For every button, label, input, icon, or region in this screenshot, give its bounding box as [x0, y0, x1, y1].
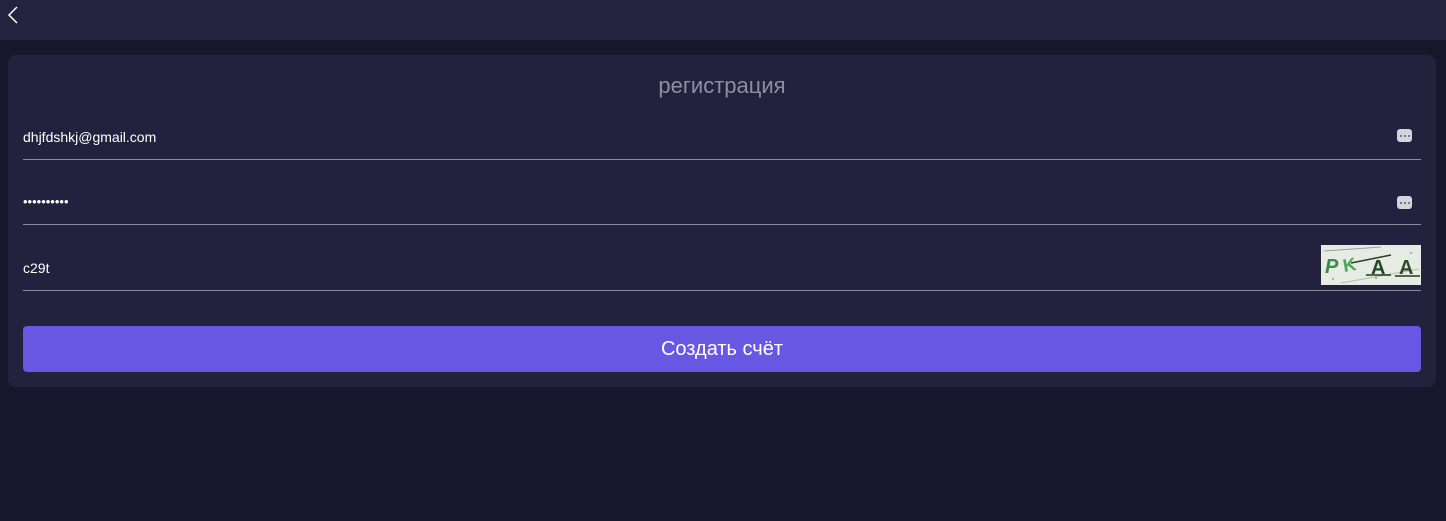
back-button[interactable] — [4, 4, 22, 26]
password-field[interactable]: •••••••••• — [23, 179, 1421, 225]
form-title: регистрация — [658, 73, 786, 98]
email-value[interactable]: dhjfdshkj@gmail.com — [23, 114, 156, 159]
password-manager-icon[interactable] — [1397, 196, 1412, 209]
password-value[interactable]: •••••••••• — [23, 179, 69, 224]
create-account-button[interactable]: Создать счёт — [23, 326, 1421, 372]
password-manager-icon[interactable] — [1397, 129, 1412, 142]
captcha-picture: P K A A — [1321, 245, 1421, 285]
chevron-left-icon — [7, 6, 18, 24]
captcha-input-value[interactable]: c29t — [23, 245, 49, 290]
registration-card: регистрация dhjfdshkj@gmail.com ••••••••… — [8, 55, 1436, 387]
email-field[interactable]: dhjfdshkj@gmail.com — [23, 114, 1421, 160]
captcha-image[interactable]: P K A A — [1321, 245, 1421, 285]
svg-text:P: P — [1325, 256, 1339, 278]
captcha-field[interactable]: c29t P K A A — [23, 245, 1421, 291]
top-bar — [0, 0, 1446, 40]
